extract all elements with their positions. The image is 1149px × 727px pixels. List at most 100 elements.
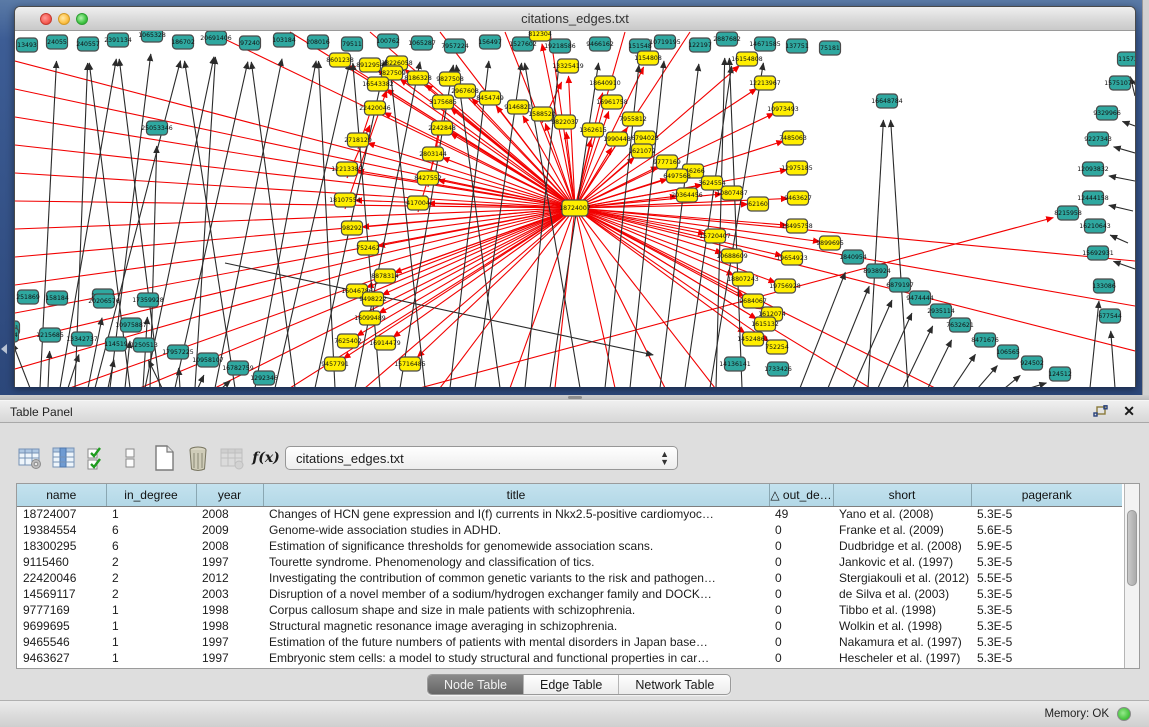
table-cell[interactable]: 5.9E-5 bbox=[971, 538, 1122, 554]
graph-node[interactable]: 1990448 bbox=[603, 132, 631, 146]
graph-node[interactable]: 12213967 bbox=[749, 76, 781, 90]
citation-edge[interactable] bbox=[1109, 176, 1135, 181]
table-cell[interactable]: Investigating the contribution of common… bbox=[263, 570, 769, 586]
table-cell[interactable]: 49 bbox=[769, 506, 833, 522]
column-header-out_de[interactable]: △ out_de… bbox=[769, 484, 833, 506]
table-selector-dropdown[interactable]: citations_edges.txt ▲▼ bbox=[285, 446, 678, 470]
graph-node[interactable]: 677544 bbox=[1098, 309, 1122, 323]
table-cell[interactable]: Embryonic stem cells: a model to study s… bbox=[263, 650, 769, 666]
table-cell[interactable]: 1 bbox=[106, 618, 196, 634]
table-cell[interactable]: 2009 bbox=[196, 522, 263, 538]
table-cell[interactable]: 5.3E-5 bbox=[971, 618, 1122, 634]
selected-citation-edge[interactable] bbox=[15, 208, 575, 229]
graph-node[interactable]: 1840954 bbox=[839, 250, 867, 264]
graph-node[interactable]: 2935114 bbox=[927, 304, 955, 318]
graph-node[interactable]: 10975887 bbox=[115, 318, 147, 332]
graph-node[interactable]: 12975185 bbox=[781, 161, 813, 175]
graph-node[interactable]: 1733426 bbox=[764, 362, 792, 376]
graph-node[interactable]: 16782759 bbox=[222, 361, 254, 375]
citation-edge[interactable] bbox=[1110, 235, 1128, 243]
graph-node[interactable]: 39154 bbox=[15, 328, 19, 342]
table-cell[interactable]: Changes of HCN gene expression and I(f) … bbox=[263, 506, 769, 522]
table-cell[interactable]: 1 bbox=[106, 634, 196, 650]
selected-citation-edge[interactable] bbox=[575, 208, 615, 387]
selected-citation-edge[interactable] bbox=[15, 61, 575, 208]
citation-edge[interactable] bbox=[175, 62, 248, 387]
table-cell[interactable]: Dudbridge et al. (2008) bbox=[833, 538, 971, 554]
table-cell[interactable]: 2008 bbox=[196, 506, 263, 522]
network-window-titlebar[interactable]: citations_edges.txt bbox=[15, 7, 1135, 31]
graph-node[interactable]: 3175685 bbox=[429, 95, 457, 109]
graph-node[interactable]: 25053346 bbox=[141, 121, 173, 135]
table-cell[interactable]: 1 bbox=[106, 602, 196, 618]
citation-edge[interactable] bbox=[255, 61, 316, 387]
citation-edge[interactable] bbox=[456, 65, 500, 387]
table-row[interactable]: 911546021997Tourette syndrome. Phenomeno… bbox=[17, 554, 1122, 570]
network-graph-canvas[interactable]: 1349324055240557239113410653281867022069… bbox=[15, 31, 1135, 387]
table-cell[interactable]: 0 bbox=[769, 586, 833, 602]
selected-citation-edge[interactable] bbox=[357, 171, 575, 208]
citation-edge[interactable] bbox=[1114, 147, 1135, 153]
table-cell[interactable]: 22420046 bbox=[17, 570, 106, 586]
graph-node[interactable]: 6497568 bbox=[663, 169, 691, 183]
table-cell[interactable]: 1 bbox=[106, 650, 196, 666]
graph-node[interactable]: 97240 bbox=[240, 36, 261, 50]
table-cell[interactable]: 0 bbox=[769, 522, 833, 538]
graph-node[interactable]: 24055 bbox=[47, 35, 68, 49]
graph-node[interactable]: 8601238 bbox=[326, 53, 354, 67]
graph-node[interactable]: 8878314 bbox=[371, 269, 399, 283]
graph-node[interactable]: 8471676 bbox=[971, 333, 999, 347]
graph-node[interactable]: 1292346 bbox=[250, 371, 278, 385]
graph-node[interactable]: 15692931 bbox=[1082, 246, 1114, 260]
graph-node[interactable]: 18724007 bbox=[559, 200, 591, 216]
close-panel-icon[interactable]: ✕ bbox=[1123, 403, 1135, 420]
graph-node[interactable]: 15751074 bbox=[1104, 76, 1135, 90]
selected-citation-edge[interactable] bbox=[379, 208, 575, 313]
citation-edge[interactable] bbox=[1005, 375, 1020, 387]
graph-node[interactable]: 79511 bbox=[342, 37, 363, 51]
graph-node[interactable]: 14671585 bbox=[749, 37, 781, 51]
graph-node[interactable]: 75181 bbox=[820, 41, 841, 55]
citation-edge[interactable] bbox=[68, 355, 79, 387]
graph-node[interactable]: 9329966 bbox=[1093, 106, 1121, 120]
graph-node[interactable]: 240557 bbox=[76, 37, 100, 51]
table-row[interactable]: 946554611997Estimation of the future num… bbox=[17, 634, 1122, 650]
scrollbar-thumb[interactable] bbox=[1127, 510, 1137, 586]
graph-node[interactable]: 17359928 bbox=[132, 293, 164, 307]
graph-node[interactable]: 18640910 bbox=[589, 76, 621, 90]
table-cell[interactable]: 1998 bbox=[196, 602, 263, 618]
graph-node[interactable]: 122197 bbox=[688, 38, 712, 52]
graph-node[interactable]: 1621072 bbox=[628, 144, 656, 158]
column-header-pagerank[interactable]: pagerank bbox=[971, 484, 1122, 506]
citation-edge[interactable] bbox=[179, 368, 180, 387]
graph-node[interactable]: 2391134 bbox=[104, 33, 132, 47]
table-cell[interactable]: 0 bbox=[769, 634, 833, 650]
table-cell[interactable]: 5.5E-5 bbox=[971, 570, 1122, 586]
graph-node[interactable]: 7485063 bbox=[779, 131, 807, 145]
table-cell[interactable]: Wolkin et al. (1998) bbox=[833, 618, 971, 634]
graph-node[interactable]: 1615132 bbox=[751, 317, 779, 331]
table-cell[interactable]: 1997 bbox=[196, 554, 263, 570]
graph-node[interactable]: 8938924 bbox=[863, 264, 891, 278]
graph-node[interactable]: 11573 bbox=[1118, 52, 1136, 66]
graph-node[interactable]: 12444158 bbox=[1077, 191, 1109, 205]
table-cell[interactable]: Estimation of significance thresholds fo… bbox=[263, 538, 769, 554]
graph-node[interactable]: 12213383 bbox=[331, 162, 363, 176]
table-row[interactable]: 1938455462009Genome-wide association stu… bbox=[17, 522, 1122, 538]
graph-node[interactable]: 208016 bbox=[306, 35, 330, 49]
collapse-panel-arrow-icon[interactable] bbox=[1, 344, 7, 354]
citation-edge[interactable] bbox=[198, 375, 204, 387]
graph-node[interactable]: 752254 bbox=[765, 340, 789, 354]
graph-node[interactable]: 1065328 bbox=[138, 31, 166, 42]
graph-node[interactable]: 114519 bbox=[104, 337, 128, 351]
graph-node[interactable]: 2967608 bbox=[451, 84, 479, 98]
selected-citation-edge[interactable] bbox=[575, 140, 591, 208]
graph-node[interactable]: 9899695 bbox=[816, 236, 844, 250]
table-cell[interactable]: 5.3E-5 bbox=[971, 650, 1122, 666]
table-cell[interactable]: Structural magnetic resonance image aver… bbox=[263, 618, 769, 634]
graph-node[interactable]: 9822037 bbox=[551, 115, 579, 129]
table-cell[interactable]: 9465546 bbox=[17, 634, 106, 650]
tab-node-table[interactable]: Node Table bbox=[428, 675, 524, 694]
table-row[interactable]: 946362711997Embryonic stem cells: a mode… bbox=[17, 650, 1122, 666]
graph-node[interactable]: 186702 bbox=[171, 35, 195, 49]
